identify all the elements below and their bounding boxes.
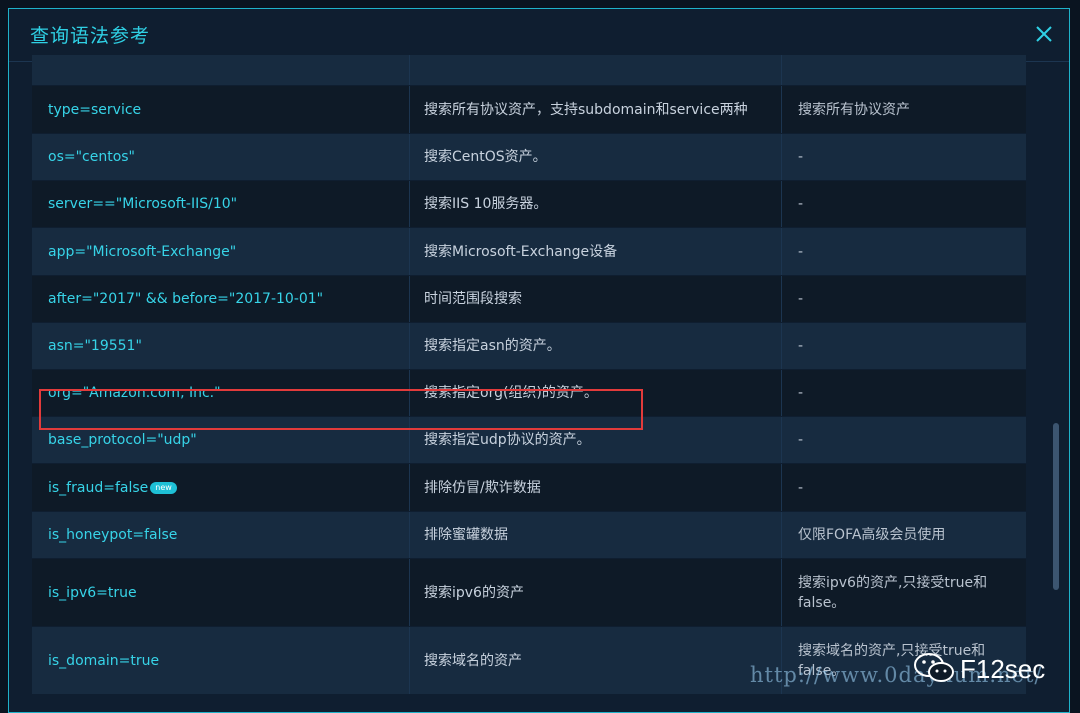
note-cell: - xyxy=(798,479,804,496)
description-cell: 搜索域名的资产 xyxy=(410,627,782,694)
table-row: is_honeypot=false 排除蜜罐数据 仅限FOFA高级会员使用 xyxy=(32,512,1026,559)
table-row: after="2017" && before="2017-10-01" 时间范围… xyxy=(32,276,1026,323)
syntax-cell[interactable]: asn="19551" xyxy=(32,323,410,369)
description-cell xyxy=(410,55,782,85)
description-cell: 搜索指定asn的资产。 xyxy=(410,323,782,369)
description-cell: 搜索指定org(组织)的资产。 xyxy=(410,370,782,416)
syntax-cell[interactable]: app="Microsoft-Exchange" xyxy=(32,228,410,275)
note-cell: - xyxy=(798,385,804,401)
table-row: server=="Microsoft-IIS/10" 搜索IIS 10服务器。 … xyxy=(32,181,1026,228)
note-cell: 搜索域名的资产,只接受true和false。 xyxy=(798,642,986,679)
syntax-cell[interactable]: server=="Microsoft-IIS/10" xyxy=(32,181,410,227)
note-cell: - xyxy=(798,196,804,212)
syntax-cell[interactable]: is_fraud=false new xyxy=(32,464,410,511)
table-row: base_protocol="udp" 搜索指定udp协议的资产。 - xyxy=(32,417,1026,464)
close-icon xyxy=(1036,26,1052,42)
dialog-title: 查询语法参考 xyxy=(30,25,151,47)
table-row: is_ipv6=true 搜索ipv6的资产 搜索ipv6的资产,只接受true… xyxy=(32,559,1026,627)
syntax-cell[interactable]: org="Amazon.com, Inc." xyxy=(32,370,410,416)
note-cell: - xyxy=(798,291,804,307)
syntax-table: type=service 搜索所有协议资产，支持subdomain和servic… xyxy=(32,55,1026,705)
note-cell: - xyxy=(798,432,804,448)
description-cell: 搜索Microsoft-Exchange设备 xyxy=(410,228,782,275)
description-cell: 排除仿冒/欺诈数据 xyxy=(410,464,782,511)
table-row xyxy=(32,55,1026,86)
description-cell: 搜索IIS 10服务器。 xyxy=(410,181,782,227)
syntax-cell[interactable]: type=service xyxy=(32,86,410,133)
description-cell: 搜索CentOS资产。 xyxy=(410,134,782,180)
note-cell: - xyxy=(798,243,804,260)
table-row: os="centos" 搜索CentOS资产。 - xyxy=(32,134,1026,181)
note-cell: 搜索所有协议资产 xyxy=(798,101,910,118)
description-cell: 时间范围段搜索 xyxy=(410,276,782,322)
description-cell: 搜索ipv6的资产 xyxy=(410,559,782,626)
description-cell: 搜索指定udp协议的资产。 xyxy=(410,417,782,463)
note-cell: 搜索ipv6的资产,只接受true和false。 xyxy=(798,574,988,611)
syntax-cell[interactable]: after="2017" && before="2017-10-01" xyxy=(32,276,410,322)
table-row: is_domain=true 搜索域名的资产 搜索域名的资产,只接受true和f… xyxy=(32,627,1026,695)
syntax-cell[interactable]: base_protocol="udp" xyxy=(32,417,410,463)
table-row: type=service 搜索所有协议资产，支持subdomain和servic… xyxy=(32,86,1026,134)
new-badge: new xyxy=(150,481,177,494)
description-cell: 排除蜜罐数据 xyxy=(410,512,782,558)
syntax-cell[interactable] xyxy=(32,55,410,85)
syntax-cell[interactable]: is_domain=true xyxy=(32,627,410,694)
syntax-cell[interactable]: os="centos" xyxy=(32,134,410,180)
table-row: is_fraud=false new 排除仿冒/欺诈数据 - xyxy=(32,464,1026,512)
close-button[interactable] xyxy=(1033,23,1055,45)
syntax-cell[interactable]: is_honeypot=false xyxy=(32,512,410,558)
table-row: asn="19551" 搜索指定asn的资产。 - xyxy=(32,323,1026,370)
wechat-icon xyxy=(914,653,954,682)
note-cell: 仅限FOFA高级会员使用 xyxy=(798,527,946,543)
table-row: app="Microsoft-Exchange" 搜索Microsoft-Exc… xyxy=(32,228,1026,276)
scrollbar-thumb[interactable] xyxy=(1053,423,1059,590)
table-row: org="Amazon.com, Inc." 搜索指定org(组织)的资产。 - xyxy=(32,370,1026,417)
note-cell: - xyxy=(798,149,804,165)
description-cell: 搜索所有协议资产，支持subdomain和service两种 xyxy=(410,86,782,133)
note-cell: - xyxy=(798,338,804,354)
note-cell xyxy=(782,55,1026,85)
syntax-text: is_fraud=false xyxy=(48,479,149,496)
syntax-cell[interactable]: is_ipv6=true xyxy=(32,559,410,626)
